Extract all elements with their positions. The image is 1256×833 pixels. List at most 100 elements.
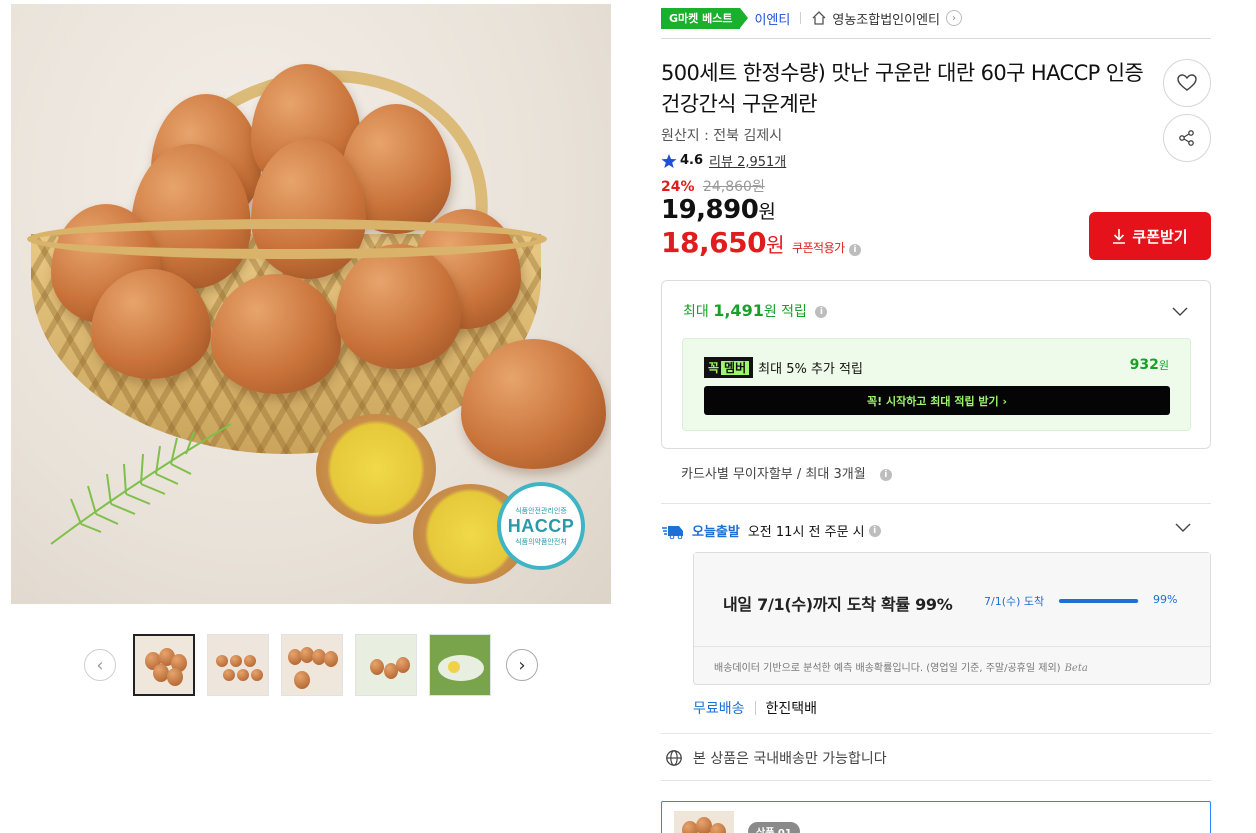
reward-prefix: 최대	[683, 304, 714, 320]
membership-amount-unit: 원	[1158, 359, 1169, 372]
coupon-price-unit: 원	[766, 233, 784, 257]
selected-option-box[interactable]: 상품 01	[661, 801, 1211, 833]
review-count-link[interactable]: 리뷰 2,951개	[709, 151, 786, 170]
installment-info: 카드사별 무이자할부 / 최대 3개월 i	[681, 463, 892, 482]
thumbnail-1[interactable]	[133, 634, 195, 696]
membership-badge-label: 멤버	[721, 361, 750, 375]
carrier-name: 한진택배	[765, 701, 818, 717]
delivery-estimate-box: 내일 7/1(수)까지 도착 확률 99% 7/1(수) 도착 99% 배송데이…	[693, 552, 1211, 685]
product-info-panel: G마켓 베스트 이엔티 영농조합법인이엔티 › 500세트 한정수량) 맛난 구…	[661, 0, 1211, 833]
divider	[661, 38, 1211, 39]
chevron-right-icon: ›	[518, 654, 526, 676]
shipping-cutoff: 오전 11시 전 주문 시	[747, 525, 865, 540]
thumbnail-prev-button[interactable]: ‹	[84, 649, 116, 681]
arrival-date-label: 7/1(수) 도착	[984, 595, 1045, 608]
membership-amount-value: 932	[1129, 357, 1159, 373]
discount-row: 24% 24,860원	[661, 176, 765, 196]
origin-text: 원산지 : 전북 김제시	[661, 128, 783, 144]
chevron-down-icon[interactable]	[1172, 303, 1188, 319]
haccp-top-text: 식품안전관리인증	[515, 506, 567, 515]
reward-headline: 최대 1,491원 적립 i	[683, 301, 828, 321]
option-tag: 상품 01	[748, 822, 800, 833]
thumbnail-next-button[interactable]: ›	[506, 649, 538, 681]
info-icon[interactable]: i	[879, 468, 892, 481]
domestic-only-notice: 본 상품은 국내배송만 가능합니다	[665, 748, 887, 768]
divider	[754, 701, 756, 715]
info-icon[interactable]: i	[868, 524, 881, 537]
coupon-applied-label: 쿠폰적용가	[791, 241, 845, 255]
delivery-estimate: 내일 7/1(수)까지 도착 확률 99% 7/1(수) 도착 99%	[694, 553, 1210, 647]
chevron-right-icon: ›	[952, 12, 956, 24]
share-button[interactable]	[1163, 114, 1211, 162]
haccp-certification-mark: 식품안전관리인증 HACCP 식품의약품안전처	[497, 482, 585, 570]
coupon-price-value: 18,650	[661, 226, 767, 259]
info-icon[interactable]: i	[815, 306, 828, 318]
reward-points-box: 최대 1,491원 적립 i 꼭 멤버 최대 5% 추가 적립 932원 꼭! 시…	[661, 280, 1211, 449]
share-icon	[1179, 130, 1194, 146]
haccp-mark-text: HACCP	[507, 515, 575, 536]
divider	[661, 733, 1211, 734]
rating-row: 4.6 리뷰 2,951개	[661, 151, 786, 170]
membership-amount: 932원	[1130, 357, 1169, 373]
star-icon	[661, 153, 677, 168]
arrival-estimate: 내일 7/1(수)까지 도착 확률 99%	[723, 595, 953, 614]
membership-box: 꼭 멤버 최대 5% 추가 적립 932원 꼭! 시작하고 최대 적립 받기 ›	[682, 338, 1191, 431]
haccp-bottom-text: 식품의약품안전처	[515, 537, 567, 546]
membership-row: 꼭 멤버 최대 5% 추가 적립	[704, 357, 863, 378]
fast-delivery-icon	[662, 525, 683, 539]
delivery-method-row: 무료배송 한진택배	[693, 698, 817, 718]
coupon-price: 18,650 원 쿠폰적용가 i	[661, 226, 861, 259]
arrival-probability-label: 99%	[1153, 593, 1178, 606]
shipping-header: 오늘출발 오전 11시 전 주문 시 i	[661, 521, 881, 540]
get-coupon-button[interactable]: 쿠폰받기	[1089, 212, 1211, 260]
seller-row: G마켓 베스트 이엔티 영농조합법인이엔티 ›	[661, 6, 962, 30]
installment-text: 카드사별 무이자할부 / 최대 3개월	[681, 467, 866, 482]
original-price: 24,860원	[702, 179, 765, 195]
get-coupon-label: 쿠폰받기	[1132, 227, 1188, 246]
divider	[800, 12, 802, 24]
membership-text: 최대 5% 추가 적립	[758, 362, 863, 377]
membership-badge-prefix: 꼭	[708, 361, 720, 375]
membership-badge: 꼭 멤버	[704, 357, 754, 378]
basket-rim	[27, 219, 547, 259]
thumbnail-strip: ‹ ›	[84, 634, 544, 696]
shop-name-link[interactable]: 영농조합법인이엔티	[832, 9, 940, 28]
thumbnail-2[interactable]	[207, 634, 269, 696]
arrival-probability-bar	[1059, 599, 1139, 603]
shop-go-button[interactable]: ›	[946, 10, 962, 26]
rating-score: 4.6	[680, 153, 704, 168]
shipping-note-text: 배송데이터 기반으로 분석한 예측 배송확률입니다. (영업일 기준, 주말/공…	[714, 663, 1061, 674]
main-product-image: 식품안전관리인증 HACCP 식품의약품안전처	[11, 4, 611, 604]
reward-amount: 1,491	[713, 301, 764, 320]
arrival-probability-fill	[1059, 599, 1139, 603]
product-title: 500세트 한정수량) 맛난 구운란 대란 60구 HACCP 인증 건강간식 …	[661, 61, 1144, 116]
fern-decoration	[50, 423, 232, 545]
info-icon[interactable]: i	[848, 244, 861, 256]
sale-price: 19,890원	[661, 195, 776, 225]
globe-icon	[666, 750, 682, 766]
thumbnail-3[interactable]	[281, 634, 343, 696]
today-shipping-label: 오늘출발	[692, 525, 740, 540]
heart-icon	[1177, 74, 1197, 91]
free-shipping-label: 무료배송	[693, 701, 745, 717]
wishlist-button[interactable]	[1163, 59, 1211, 107]
beta-label: Beta	[1064, 663, 1088, 674]
shipping-note: 배송데이터 기반으로 분석한 예측 배송확률입니다. (영업일 기준, 주말/공…	[714, 659, 1088, 674]
thumbnail-4[interactable]	[355, 634, 417, 696]
thumbnail-5[interactable]	[429, 634, 491, 696]
discount-rate: 24%	[661, 179, 695, 195]
sale-price-value: 19,890	[661, 195, 759, 225]
domestic-only-text: 본 상품은 국내배송만 가능합니다	[693, 751, 887, 767]
download-icon	[1113, 229, 1126, 244]
sale-price-unit: 원	[758, 201, 776, 223]
reward-suffix: 원 적립	[763, 304, 807, 320]
chevron-down-icon[interactable]	[1175, 519, 1191, 535]
divider	[661, 503, 1211, 504]
divider	[661, 780, 1211, 781]
brand-link[interactable]: 이엔티	[754, 9, 790, 28]
chevron-left-icon: ‹	[96, 654, 104, 676]
membership-start-button[interactable]: 꼭! 시작하고 최대 적립 받기 ›	[704, 386, 1170, 415]
egg-cut-half	[316, 414, 436, 524]
gmarket-best-badge: G마켓 베스트	[661, 7, 749, 29]
home-icon	[812, 11, 826, 25]
